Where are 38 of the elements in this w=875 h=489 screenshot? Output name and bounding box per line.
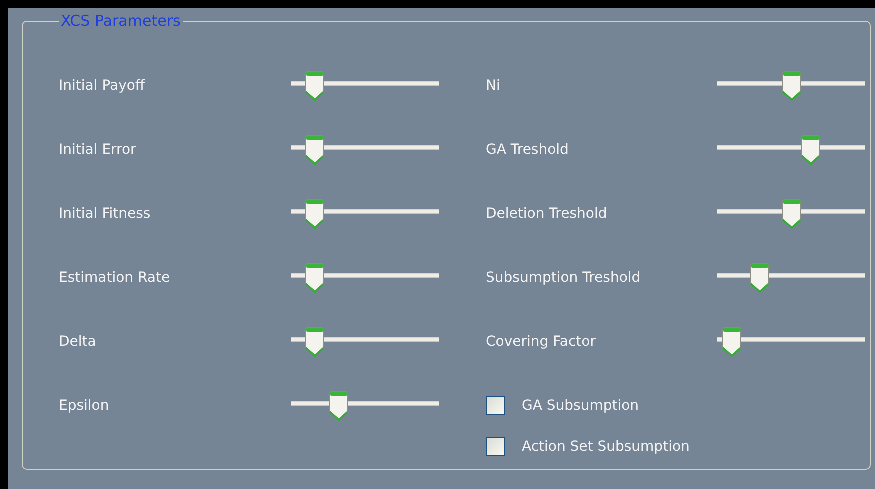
slider-thumb[interactable]: [781, 199, 804, 229]
slider-thumb[interactable]: [304, 199, 326, 229]
slider[interactable]: [291, 391, 439, 421]
slider-label: GA Treshold: [486, 142, 570, 158]
slider-label: Covering Factor: [486, 334, 597, 350]
slider-thumb[interactable]: [328, 391, 350, 421]
slider-thumb[interactable]: [720, 327, 743, 357]
slider[interactable]: [291, 263, 439, 293]
slider[interactable]: [717, 199, 865, 229]
slider[interactable]: [717, 71, 865, 101]
slider[interactable]: [291, 327, 439, 357]
slider[interactable]: [717, 135, 865, 165]
slider-label: Estimation Rate: [59, 270, 172, 286]
slider-label: Ni: [486, 78, 502, 94]
slider-label: Epsilon: [59, 398, 110, 414]
slider-label: Initial Payoff: [59, 78, 146, 94]
slider-thumb[interactable]: [304, 327, 326, 357]
slider[interactable]: [291, 135, 439, 165]
slider[interactable]: [717, 263, 865, 293]
slider-thumb[interactable]: [304, 135, 326, 165]
slider-thumb[interactable]: [748, 263, 770, 293]
slider-thumb[interactable]: [304, 263, 326, 293]
slider-thumb[interactable]: [800, 135, 822, 165]
slider-label: Initial Fitness: [59, 206, 152, 222]
checkbox-label: GA Subsumption: [522, 398, 640, 414]
group-title: XCS Parameters: [60, 12, 182, 30]
slider-label: Initial Error: [59, 142, 138, 158]
slider[interactable]: [291, 71, 439, 101]
slider-thumb[interactable]: [781, 71, 804, 101]
slider-thumb[interactable]: [304, 71, 326, 101]
slider[interactable]: [291, 199, 439, 229]
slider-label: Delta: [59, 334, 98, 350]
slider-label: Subsumption Treshold: [486, 270, 642, 286]
checkbox-label: Action Set Subsumption: [522, 438, 690, 454]
checkbox[interactable]: [486, 396, 505, 415]
slider-label: Deletion Treshold: [486, 206, 608, 222]
checkbox[interactable]: [486, 437, 505, 456]
slider[interactable]: [717, 327, 865, 357]
